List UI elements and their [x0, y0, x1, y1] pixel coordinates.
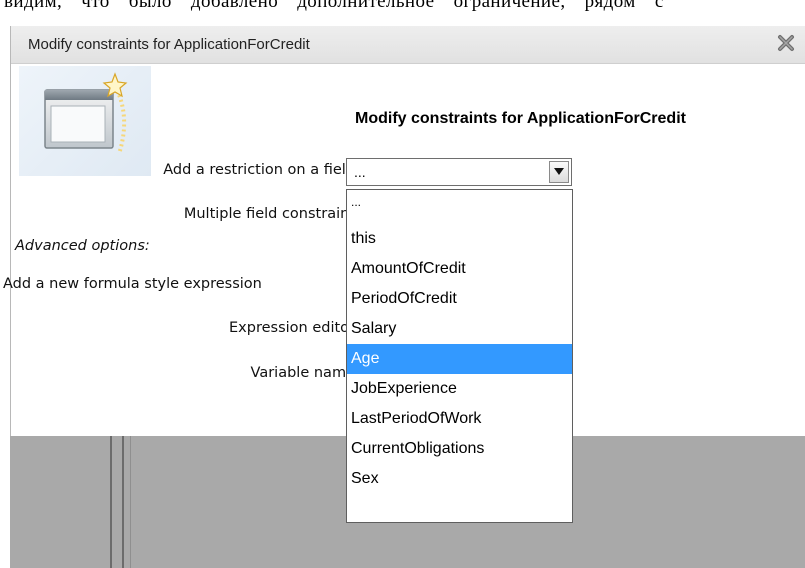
expression-editor-link[interactable]: Expression editor [229, 320, 355, 336]
variable-name-label: Variable name [250, 365, 355, 381]
background-divider-line [110, 436, 112, 568]
dropdown-option[interactable]: Salary [347, 314, 572, 344]
advanced-options-heading: Advanced options: [15, 238, 150, 254]
close-icon[interactable] [775, 32, 797, 54]
dropdown-arrow-icon[interactable] [549, 161, 569, 183]
dialog-heading: Modify constraints for ApplicationForCre… [355, 110, 686, 127]
background-divider-line [130, 436, 131, 568]
background-document-text: видим, что было добавлено дополнительное… [4, 0, 664, 12]
formula-expression-link[interactable]: Add a new formula style expression [3, 276, 262, 292]
wizard-icon [19, 66, 151, 176]
dropdown-option[interactable]: Sex [347, 464, 572, 494]
field-dropdown-list: ... this AmountOfCredit PeriodOfCredit S… [346, 189, 573, 523]
dropdown-option[interactable]: PeriodOfCredit [347, 284, 572, 314]
dropdown-option[interactable]: ... [347, 190, 572, 224]
dialog-titlebar[interactable]: Modify constraints for ApplicationForCre… [11, 26, 805, 64]
dropdown-option[interactable]: JobExperience [347, 374, 572, 404]
dropdown-option-highlighted[interactable]: Age [347, 344, 572, 374]
restriction-field-select[interactable]: ... [346, 158, 572, 186]
dropdown-option[interactable]: this [347, 224, 572, 254]
multiple-field-constraint-link[interactable]: Multiple field constraint [184, 206, 355, 222]
background-divider-line [122, 436, 124, 568]
dialog-title: Modify constraints for ApplicationForCre… [28, 36, 310, 53]
dropdown-option[interactable]: LastPeriodOfWork [347, 404, 572, 434]
dropdown-option[interactable]: CurrentObligations [347, 434, 572, 464]
dropdown-option[interactable]: AmountOfCredit [347, 254, 572, 284]
field-select-value: ... [354, 164, 366, 180]
restriction-field-label: Add a restriction on a field [163, 162, 355, 178]
